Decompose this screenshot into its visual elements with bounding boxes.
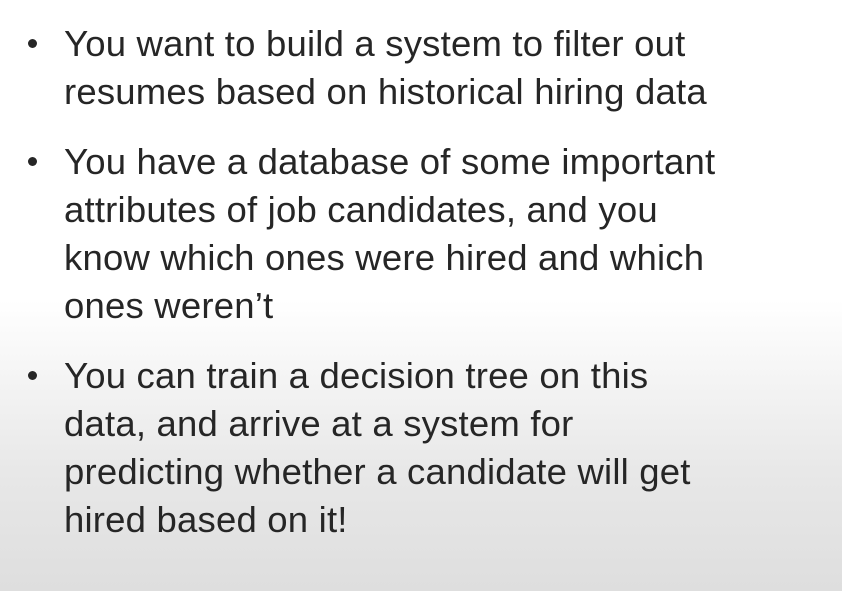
bullet-dot-icon bbox=[28, 39, 37, 48]
bullet-line: hired based on it! bbox=[64, 499, 348, 540]
bullet-line: You want to build a system to filter out bbox=[64, 23, 686, 64]
bullet-line: attributes of job candidates, and you bbox=[64, 189, 658, 230]
bullet-text: You can train a decision tree on this da… bbox=[64, 352, 837, 544]
bullet-line: You can train a decision tree on this bbox=[64, 355, 649, 396]
bullet-list: You want to build a system to filter out… bbox=[22, 20, 837, 544]
bullet-dot-icon bbox=[28, 157, 37, 166]
bullet-item: You want to build a system to filter out… bbox=[22, 20, 837, 116]
bullet-line: data, and arrive at a system for bbox=[64, 403, 574, 444]
bullet-text: You want to build a system to filter out… bbox=[64, 20, 837, 116]
bullet-line: You have a database of some important bbox=[64, 141, 716, 182]
slide: You want to build a system to filter out… bbox=[0, 0, 842, 591]
bullet-dot-icon bbox=[28, 371, 37, 380]
bullet-line: predicting whether a candidate will get bbox=[64, 451, 691, 492]
bullet-item: You have a database of some important at… bbox=[22, 138, 837, 330]
bullet-item: You can train a decision tree on this da… bbox=[22, 352, 837, 544]
bullet-line: know which ones were hired and which bbox=[64, 237, 705, 278]
bullet-line: resumes based on historical hiring data bbox=[64, 71, 707, 112]
bullet-text: You have a database of some important at… bbox=[64, 138, 837, 330]
bullet-line: ones weren’t bbox=[64, 285, 274, 326]
